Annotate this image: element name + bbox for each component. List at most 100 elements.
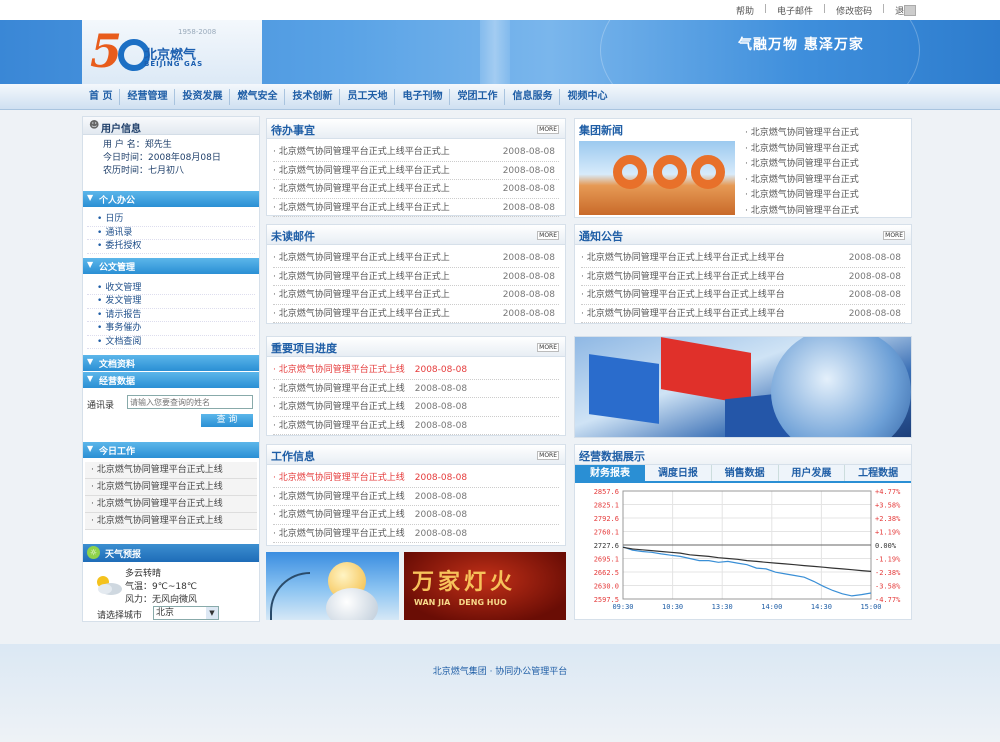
list-item[interactable]: · 北京燃气协同管理平台正式上线 2008-08-08	[273, 417, 559, 435]
y-left-tick-label: 2630.0	[594, 583, 619, 591]
contact-search-input[interactable]	[127, 395, 253, 409]
tab-users[interactable]: 用户发展	[778, 465, 846, 481]
y-right-tick-label: -1.19%	[875, 556, 901, 564]
nav-party-work[interactable]: 党团工作	[450, 89, 506, 105]
list-item[interactable]: · 北京燃气协同管理平台正式上线	[85, 513, 257, 530]
change-password-link[interactable]: 修改密码	[836, 4, 872, 17]
list-item[interactable]: · 北京燃气协同管理平台正式上线	[85, 462, 257, 479]
y-right-tick-label: -2.38%	[875, 569, 901, 577]
tab-sales[interactable]: 销售数据	[711, 465, 779, 481]
city-select[interactable]: 北京 ▼	[153, 606, 219, 620]
official-doc-header[interactable]: ▼ 公文管理	[83, 257, 259, 274]
list-item[interactable]: · 北京燃气协同管理平台正式上线	[85, 496, 257, 513]
nav-home[interactable]: 首 页	[82, 89, 121, 105]
menu-contacts[interactable]: 通讯录	[87, 227, 255, 240]
list-item[interactable]: · 北京燃气协同管理平台正式上线平台正式上 2008-08-08	[273, 162, 559, 180]
nav-gas-safety[interactable]: 燃气安全	[230, 89, 286, 105]
section-title: 公文管理	[99, 262, 136, 273]
more-button[interactable]: MORE	[537, 231, 559, 240]
biz-tabs: 财务报表 调度日报 销售数据 用户发展 工程数据	[575, 465, 911, 483]
contact-search-label: 通讯录	[87, 401, 115, 411]
more-button[interactable]: MORE	[537, 343, 559, 352]
y-right-tick-label: +3.58%	[875, 502, 901, 510]
menu-reminders[interactable]: 事务催办	[87, 322, 255, 336]
pipe-graphic	[613, 155, 647, 189]
nav-tech-innovation[interactable]: 技术创新	[285, 89, 341, 105]
nav-staff[interactable]: 员工天地	[340, 89, 396, 105]
list-item[interactable]: · 北京燃气协同管理平台正式上线平台正式上线平台 2008-08-08	[581, 305, 905, 323]
list-item[interactable]: · 北京燃气协同管理平台正式上线平台正式上 2008-08-08	[273, 199, 559, 217]
x-tick-label: 14:30	[811, 603, 832, 611]
personal-office-header[interactable]: ▼ 个人办公	[83, 191, 259, 207]
list-item[interactable]: · 北京燃气协同管理平台正式	[745, 187, 909, 203]
list-item[interactable]: · 北京燃气协同管理平台正式上线平台正式上 2008-08-08	[273, 249, 559, 268]
nav-operations[interactable]: 经营管理	[120, 89, 176, 105]
list-item[interactable]: · 北京燃气协同管理平台正式	[745, 156, 909, 172]
list-item[interactable]: · 北京燃气协同管理平台正式	[745, 141, 909, 157]
user-info: 用 户 名：郑先生 今日时间：2008年08月08日 农历时间：七月初八	[83, 135, 259, 191]
nav-investment[interactable]: 投资发展	[175, 89, 231, 105]
nav-info-service[interactable]: 信息服务	[505, 89, 561, 105]
list-item[interactable]: · 北京燃气协同管理平台正式上线 2008-08-08	[273, 488, 559, 506]
menu-delegation[interactable]: 委托授权	[87, 240, 255, 254]
panel-title: 通知公告	[579, 230, 623, 243]
list-item[interactable]: · 北京燃气协同管理平台正式上线平台正式上 2008-08-08	[273, 268, 559, 286]
list-item[interactable]: · 北京燃气协同管理平台正式上线 2008-08-08	[273, 469, 559, 488]
label: 今日时间：	[103, 153, 149, 163]
logo[interactable]: 5 1958-2008 北京燃气 BEIJING GAS	[82, 20, 262, 84]
list-item[interactable]: · 北京燃气协同管理平台正式上线平台正式上线平台 2008-08-08	[581, 286, 905, 305]
section-title: 文档资料	[99, 360, 136, 370]
search-button[interactable]: 查 询	[201, 414, 253, 427]
section-title: 个人办公	[99, 196, 136, 206]
list-item[interactable]: · 北京燃气协同管理平台正式	[745, 203, 909, 219]
menu-outgoing-docs[interactable]: 发文管理	[87, 295, 255, 309]
promo-gas-photo[interactable]	[266, 552, 399, 620]
menu-incoming-docs[interactable]: 收文管理	[87, 282, 255, 295]
list-item[interactable]: · 北京燃气协同管理平台正式上线平台正式上 2008-08-08	[273, 180, 559, 199]
list-item[interactable]: · 北京燃气协同管理平台正式上线 2008-08-08	[273, 525, 559, 543]
list-item[interactable]: · 北京燃气协同管理平台正式上线	[85, 479, 257, 496]
weather-temp: 气温：9℃~18℃	[125, 582, 197, 592]
list-item[interactable]: · 北京燃气协同管理平台正式	[745, 125, 909, 141]
list-item[interactable]: · 北京燃气协同管理平台正式上线平台正式上线平台 2008-08-08	[581, 268, 905, 286]
promo-lantern-photo[interactable]: 万家灯火 WAN JIA DENG HUO	[404, 552, 566, 620]
list-item[interactable]: · 北京燃气协同管理平台正式上线 2008-08-08	[273, 506, 559, 525]
list-item[interactable]: · 北京燃气协同管理平台正式上线 2008-08-08	[273, 361, 559, 380]
biz-data-header[interactable]: ▼ 经营数据	[83, 372, 259, 388]
gas-tank-graphic	[326, 588, 378, 620]
menu-doc-query[interactable]: 文档查阅	[87, 336, 255, 349]
separator: |	[882, 4, 886, 14]
list-item[interactable]: · 北京燃气协同管理平台正式上线平台正式上 2008-08-08	[273, 305, 559, 323]
list-item[interactable]: · 北京燃气协同管理平台正式上线平台正式上 2008-08-08	[273, 286, 559, 305]
group-news-list: · 北京燃气协同管理平台正式 · 北京燃气协同管理平台正式 · 北京燃气协同管理…	[745, 125, 909, 218]
flags-photo[interactable]	[574, 336, 912, 438]
news-photo[interactable]	[579, 141, 735, 215]
list-item[interactable]: · 北京燃气协同管理平台正式上线平台正式上线平台 2008-08-08	[581, 249, 905, 268]
more-button[interactable]: MORE	[537, 125, 559, 134]
section-title: 今日工作	[99, 447, 136, 457]
more-button[interactable]: MORE	[537, 451, 559, 460]
tab-finance[interactable]: 财务报表	[575, 465, 645, 481]
today-work-header[interactable]: ▼ 今日工作	[83, 442, 259, 458]
list-item[interactable]: · 北京燃气协同管理平台正式上线平台正式上 2008-08-08	[273, 143, 559, 162]
series-line-0	[622, 546, 872, 597]
list-item[interactable]: · 北京燃气协同管理平台正式上线 2008-08-08	[273, 380, 559, 398]
flag-graphic	[589, 354, 659, 424]
list-item[interactable]: · 北京燃气协同管理平台正式	[745, 172, 909, 188]
more-button[interactable]: MORE	[883, 231, 905, 240]
logout-icon[interactable]	[904, 5, 916, 16]
email-link[interactable]: 电子邮件	[777, 4, 813, 17]
y-left-tick-label: 2760.1	[594, 529, 619, 537]
anniversary-logo-icon: 5	[90, 24, 151, 78]
tab-engineering[interactable]: 工程数据	[845, 465, 911, 481]
docs-header[interactable]: ▼ 文档资料	[83, 355, 259, 371]
menu-calendar[interactable]: 日历	[87, 213, 255, 227]
nav-e-publications[interactable]: 电子刊物	[395, 89, 451, 105]
nav-video-center[interactable]: 视频中心	[560, 89, 614, 105]
menu-requests[interactable]: 请示报告	[87, 309, 255, 322]
panel-title: 待办事宜	[271, 124, 315, 137]
tab-dispatch[interactable]: 调度日报	[645, 465, 712, 481]
lantern-title: 万家灯火	[412, 569, 517, 595]
help-link[interactable]: 帮助	[736, 4, 754, 17]
list-item[interactable]: · 北京燃气协同管理平台正式上线 2008-08-08	[273, 398, 559, 417]
